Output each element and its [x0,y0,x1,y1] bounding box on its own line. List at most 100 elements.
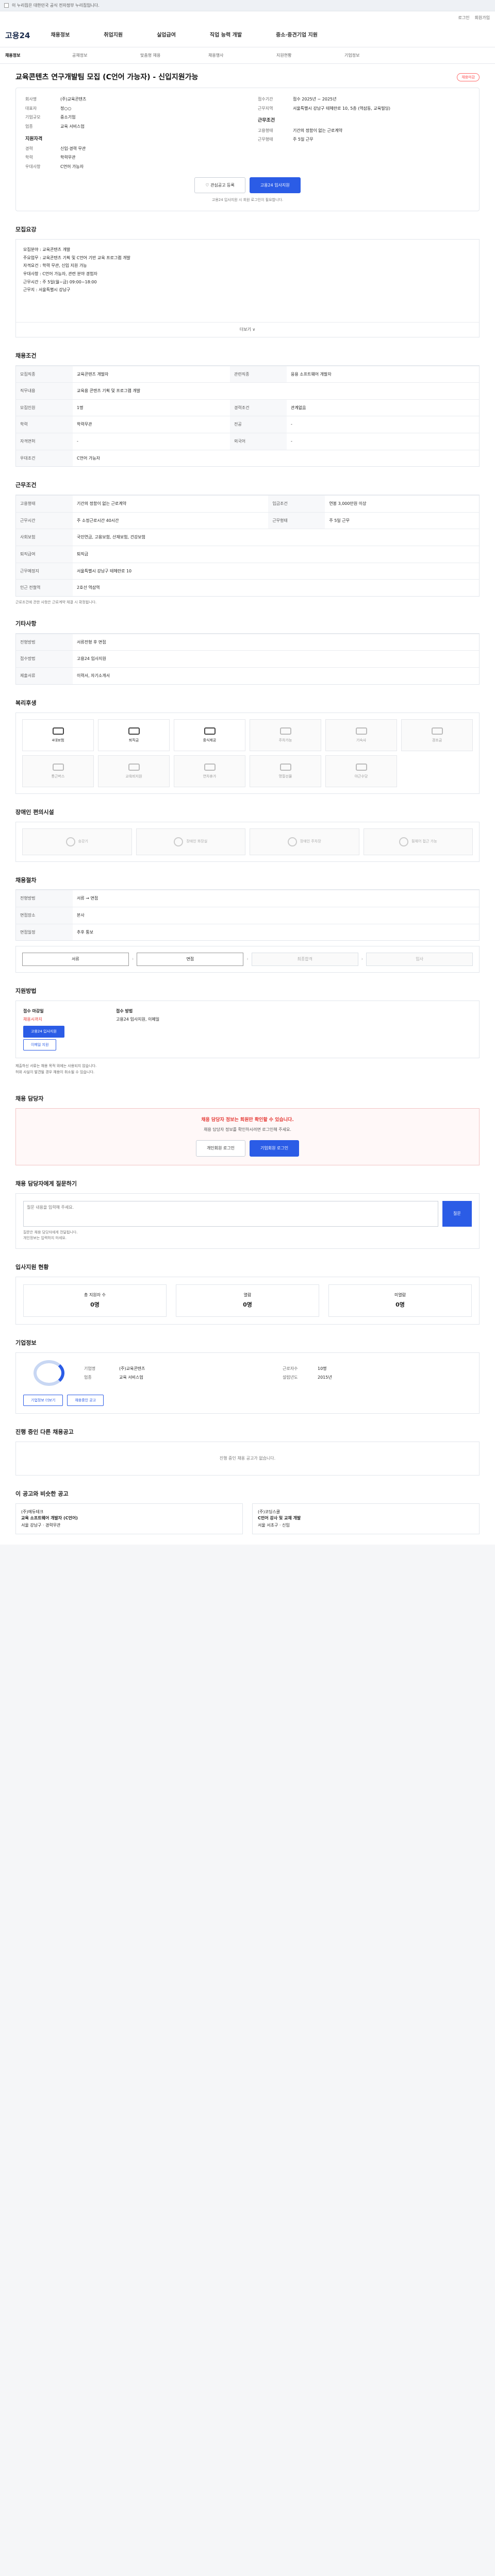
welfare-item: 퇴직금 [98,719,170,751]
size-value: 중소기업 [60,115,76,120]
subnav-item-2[interactable]: 맞춤형 채용 [140,53,208,59]
arrow-right-icon: › [361,956,364,962]
company-val: 교육 서비스업 [119,1375,143,1380]
arrow-right-icon: › [131,956,134,962]
welfare-icon [279,763,291,771]
method-label: 접수 방법 [116,1009,133,1014]
stat-label: 열람 [243,1292,252,1297]
apply-online-button[interactable]: 고용24 입사지원 [23,1026,64,1038]
scrap-label: 관심공고 등록 [210,182,235,188]
cond-title: 지원자격 [25,136,43,142]
welfare-item: 연차휴가 [174,755,245,787]
apply-note-item: 제출하신 서류는 채용 목적 외에는 사용되지 않습니다. [15,1063,97,1068]
row-key: 근무예정지 [16,562,73,580]
contact-warning: 채용 담당자 정보는 회원만 확인할 수 있습니다. [201,1117,294,1123]
welfare-icon [128,727,140,735]
company-key: 업종 [84,1375,92,1380]
process-heading: 채용절차 [15,876,37,884]
row-value: 2호선 역삼역 [73,579,479,596]
qa-send-button[interactable]: 질문 [442,1200,472,1227]
qa-heading: 채용 담당자에게 질문하기 [15,1180,77,1187]
subnav-item-5[interactable]: 기업정보 [344,53,412,59]
process-table: 전형방법 서류 → 면접 면접장소 본사 면접일정 추후 통보 [15,889,480,941]
row-value: 국민연금, 고용보험, 산재보험, 건강보험 [73,529,479,546]
row-key: 임금조건 [268,495,325,513]
welfare-icon [355,763,367,771]
welfare-icon [204,727,216,735]
company-login-button[interactable]: 기업회원 로그인 [250,1140,300,1157]
facility-item: 장애인 화장실 [136,828,245,855]
row-value: 교육콘텐츠 개발자 [73,365,230,383]
more-button[interactable]: 더보기 ∨ [16,322,479,337]
row-value: C언어 가능자 [73,449,479,467]
applicants-heading: 입사지원 현황 [15,1263,49,1270]
subnav-active[interactable]: 채용정보 [5,53,72,59]
join-link[interactable]: 회원가입 [475,15,490,21]
row-value: - [287,416,479,433]
welfare-item: 기숙사 [325,719,397,751]
status-badge: 채용마감 [457,73,480,82]
job-title: 교육콘텐츠 연구개발팀 모집 (C언어 가능자) - 신입지원가능 [15,73,199,81]
row-key: 퇴직급여 [16,545,73,563]
subnav-item-3[interactable]: 채용행사 [208,53,276,59]
job-card[interactable]: (주)코딩스쿨 C언어 강사 및 교재 개발 서울 서초구 · 신입 [252,1503,480,1534]
global-header: 고용24 채용정보 취업지원 실업급여 직업 능력 개발 중소·중견기업 지원 [0,25,495,47]
stat-card: 열람 0명 [176,1284,319,1317]
facility-label: 승강기 [78,839,88,844]
welfare-icon [355,727,367,735]
recruit-table: 모집직종 교육콘텐츠 개발자 관련직종 응용 소프트웨어 개발자 직무내용 교육용 콘텐… [15,365,480,467]
sub-nav: 채용정보 공채정보 맞춤형 채용 채용행사 지원현황 기업정보 [0,47,495,64]
row-value: 서류 → 면접 [73,890,479,907]
welfare-label: 4대보험 [52,738,64,742]
company-val: 10명 [318,1366,327,1371]
row-value: 응용 소프트웨어 개발자 [287,365,479,383]
welfare-label: 경조금 [432,738,442,742]
nav-item-employment-support[interactable]: 취업지원 [104,32,123,40]
nav-item-training[interactable]: 직업 능력 개발 [210,32,242,40]
contact-text: 채용 담당자 정보를 확인하시려면 로그인해 주세요. [204,1127,291,1132]
welfare-item: 교육비지원 [98,755,170,787]
step-item: 최종합격 [251,953,358,967]
recommend-heading: 이 공고와 비슷한 공고 [15,1490,69,1498]
subnav-item-1[interactable]: 공채정보 [72,53,140,59]
stat-label: 미열람 [394,1292,406,1297]
applicants-box: 총 지원자 수 0명 열람 0명 미열람 0명 [15,1276,480,1325]
row-key: 전형방법 [16,890,73,907]
stat-label: 총 지원자 수 [84,1292,106,1297]
main-nav: 채용정보 취업지원 실업급여 직업 능력 개발 중소·중견기업 지원 [51,32,318,40]
summary-heading: 모집요강 [15,226,37,233]
row-key: 고용형태 [16,495,73,513]
row-value: 교육용 콘텐츠 기획 및 프로그램 개발 [73,382,479,400]
facility-item: 휠체어 접근 가능 [363,828,473,855]
row-value: 본사 [73,907,479,924]
summary-line: 자격요건 : 학력 무관, 신입 지원 가능 [23,263,87,268]
arrow-right-icon: › [246,956,249,962]
summary-box: 모집분야 : 교육콘텐츠 개발 주요업무 : 교육콘텐츠 기획 및 C언어 기반… [15,239,480,337]
nav-item-unemployment[interactable]: 실업급여 [157,32,176,40]
row-value: 주 5일 근무 [325,512,479,529]
scrap-button[interactable]: ♡ 관심공고 등록 [194,177,245,194]
nav-item-sme[interactable]: 중소·중견기업 지원 [276,32,318,40]
nav-item-jobs[interactable]: 채용정보 [51,32,70,40]
loc-value: 서울특별시 강남구 테헤란로 10, 5층 (역삼동, 교육빌딩) [293,106,391,111]
row-value: 고용24 입사지원 [73,650,479,668]
row-value: 서울특별시 강남구 테헤란로 10 [73,562,479,580]
apply-email-button[interactable]: 이메일 지원 [23,1039,57,1050]
row-value: 주 소정근로시간 40시간 [73,512,269,529]
row-value: - [73,433,230,450]
company-val: (주)교육콘텐츠 [119,1366,145,1371]
summary-line: 주요업무 : 교육콘텐츠 기획 및 C언어 기반 교육 프로그램 개발 [23,255,130,260]
qa-input[interactable] [23,1200,438,1227]
apply-button[interactable]: 고용24 입사지원 [249,177,301,194]
subnav-item-4[interactable]: 지원현황 [276,53,344,59]
row-key: 사회보험 [16,529,73,546]
company-value: (주)교육콘텐츠 [60,97,87,102]
company-jobs-button[interactable]: 채용중인 공고 [67,1395,104,1406]
row-value: 연봉 3,000만원 이상 [325,495,479,513]
job-card[interactable]: (주)에듀테크 교육 소프트웨어 개발자 (C언어) 서울 강남구 · 경력무관 [15,1503,243,1534]
personal-login-button[interactable]: 개인회원 로그인 [195,1140,245,1157]
company-more-button[interactable]: 기업정보 더보기 [23,1395,63,1406]
contact-heading: 채용 담당자 [15,1095,44,1103]
login-link[interactable]: 로그인 [458,15,469,21]
site-logo[interactable]: 고용24 [5,30,30,42]
